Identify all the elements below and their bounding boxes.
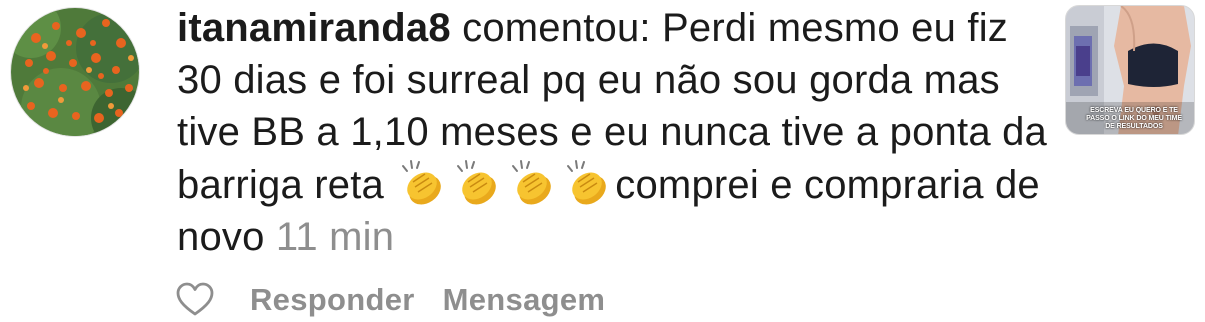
message-button[interactable]: Mensagem xyxy=(443,282,606,318)
comment-verb: comentou: xyxy=(462,6,651,50)
avatar[interactable] xyxy=(10,7,140,137)
comment-timestamp: 11 min xyxy=(275,215,395,259)
clapping-hands-icon xyxy=(450,158,505,208)
comment-body: itanamiranda8 comentou: Perdi mesmo eu f… xyxy=(177,2,1047,263)
post-thumbnail[interactable]: ESCREVA EU QUERO E TE PASSO O LINK DO ME… xyxy=(1065,5,1195,135)
clapping-hands-icon xyxy=(395,158,450,208)
thumbnail-caption: ESCREVA EU QUERO E TE PASSO O LINK DO ME… xyxy=(1086,107,1182,130)
avatar-flowers-image xyxy=(11,8,139,136)
clapping-hands-icon xyxy=(505,158,560,208)
comment-actions: Responder Mensagem xyxy=(176,278,633,322)
heart-icon[interactable] xyxy=(176,282,214,318)
reply-button[interactable]: Responder xyxy=(250,282,415,318)
clapping-hands-icon xyxy=(560,158,615,208)
comment-username[interactable]: itanamiranda8 xyxy=(177,6,451,50)
clapping-emoji-group xyxy=(395,160,615,207)
